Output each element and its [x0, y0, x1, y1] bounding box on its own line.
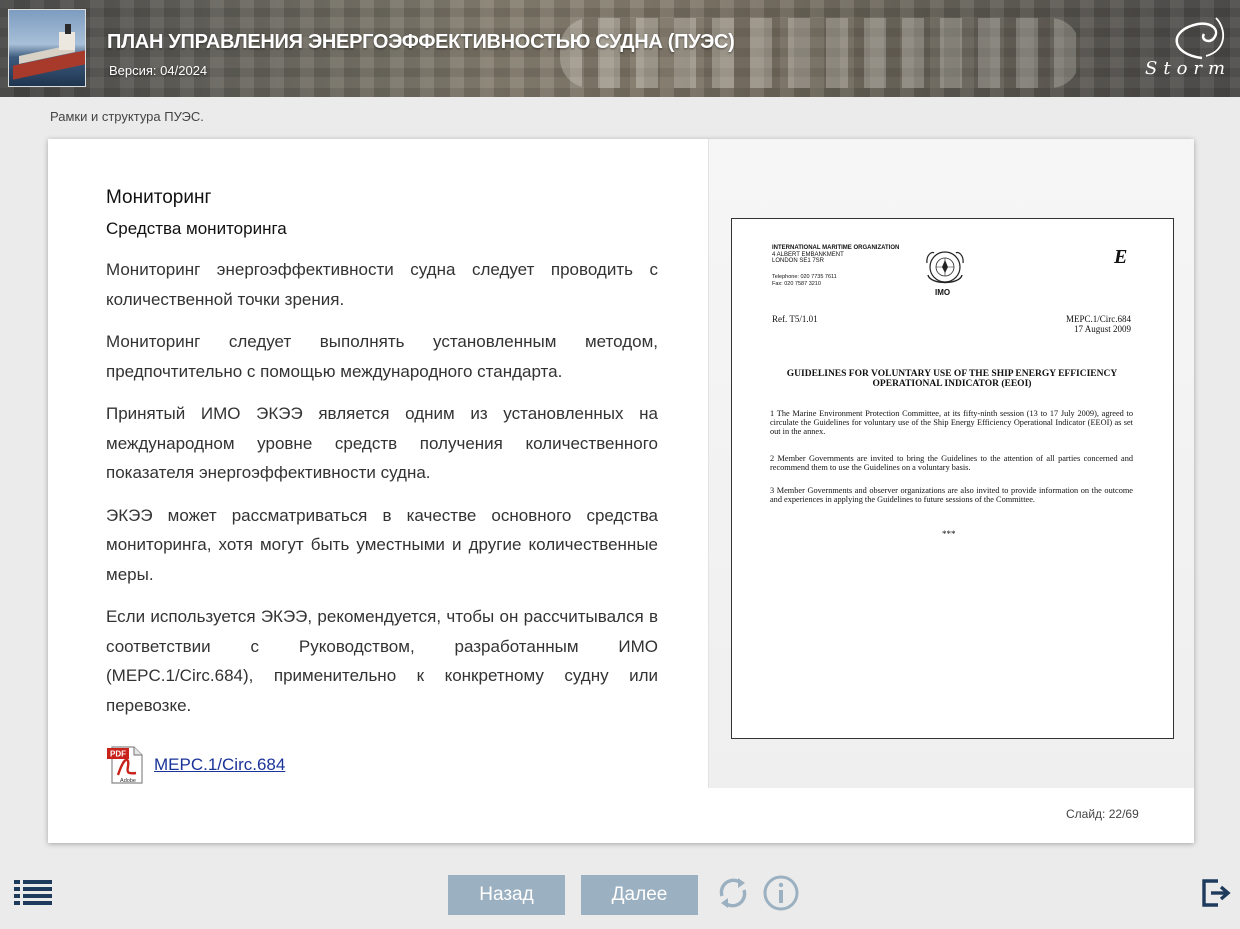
- ship-funnel: [65, 24, 71, 34]
- course-title: ПЛАН УПРАВЛЕНИЯ ЭНЕРГОЭФФЕКТИВНОСТЬЮ СУД…: [107, 31, 735, 53]
- slide-subtitle: Средства мониторинга: [106, 219, 287, 238]
- ship-bridge: [59, 32, 75, 50]
- doc-paragraph: 3 Member Governments and observer organi…: [770, 486, 1133, 505]
- doc-fax: Fax: 020 7587 3210: [772, 280, 821, 287]
- exit-icon[interactable]: [1201, 878, 1231, 908]
- slide-paragraph: Если используется ЭКЭЭ, рекомендуется, ч…: [106, 607, 658, 715]
- header-banner: ПЛАН УПРАВЛЕНИЯ ЭНЕРГОЭФФЕКТИВНОСТЬЮ СУД…: [0, 0, 1240, 97]
- doc-date: 17 August 2009: [1073, 324, 1131, 334]
- storm-logo-text: Storm: [1145, 58, 1232, 79]
- doc-paragraph: 2 Member Governments are invited to brin…: [770, 454, 1133, 473]
- pdf-link-label[interactable]: MEPC.1/Circ.684: [154, 755, 285, 775]
- pdf-icon-label: PDF: [110, 750, 126, 759]
- doc-code-block: MEPC.1/Circ.684 17 August 2009: [1066, 314, 1131, 334]
- course-version: Версия: 04/2024: [109, 63, 208, 78]
- imo-emblem-icon: [926, 251, 964, 284]
- doc-ref: Ref. T5/1.01: [772, 314, 818, 324]
- slide-paragraph: Мониторинг энергоэффективности судна сле…: [106, 260, 658, 309]
- doc-org-name: INTERNATIONAL MARITIME ORGANIZATION: [772, 245, 900, 251]
- info-icon[interactable]: [762, 874, 800, 912]
- doc-stars: ***: [942, 529, 956, 539]
- breadcrumb: Рамки и структура ПУЭС.: [50, 109, 204, 124]
- slide-title: Мониторинг: [106, 187, 212, 208]
- doc-heading: GUIDELINES FOR VOLUNTARY USE OF THE SHIP…: [786, 369, 1118, 389]
- ship-thumbnail: [8, 9, 86, 87]
- doc-language: E: [1114, 246, 1128, 268]
- doc-code: MEPC.1/Circ.684: [1065, 314, 1131, 324]
- pdf-icon-brand: Adobe: [120, 778, 136, 784]
- doc-contacts: Telephone: 020 7735 7611 Fax: 020 7587 3…: [772, 274, 837, 287]
- slide-counter: Слайд: 22/69: [1066, 807, 1139, 821]
- back-button[interactable]: Назад: [448, 875, 565, 915]
- doc-imo-label: IMO: [935, 288, 951, 297]
- doc-paragraph: 1 The Marine Environment Protection Comm…: [770, 409, 1133, 437]
- slide-paragraph: Принятый ИМО ЭКЭЭ является одним из уста…: [106, 404, 658, 482]
- doc-telephone: Telephone: 020 7735 7611: [772, 274, 837, 280]
- menu-list-icon[interactable]: [14, 879, 52, 906]
- slide-text-column: Мониторинг Средства мониторинга Монитори…: [106, 187, 658, 733]
- slide-card: Мониторинг Средства мониторинга Монитори…: [48, 139, 1194, 843]
- doc-org: INTERNATIONAL MARITIME ORGANIZATION 4 AL…: [772, 245, 899, 265]
- refresh-icon[interactable]: [714, 874, 752, 912]
- pdf-icon: PDF Adobe: [107, 746, 143, 784]
- document-preview-panel: INTERNATIONAL MARITIME ORGANIZATION 4 AL…: [708, 139, 1194, 788]
- next-button[interactable]: Далее: [581, 875, 698, 915]
- doc-address-2: LONDON SE1 7SR: [772, 258, 825, 264]
- slide-paragraph: Мониторинг следует выполнять установленн…: [106, 332, 658, 381]
- slide-paragraph: ЭКЭЭ может рассматриваться в качестве ос…: [106, 505, 658, 584]
- pdf-download-link[interactable]: PDF Adobe MEPC.1/Circ.684: [106, 745, 285, 785]
- document-preview[interactable]: INTERNATIONAL MARITIME ORGANIZATION 4 AL…: [731, 218, 1174, 739]
